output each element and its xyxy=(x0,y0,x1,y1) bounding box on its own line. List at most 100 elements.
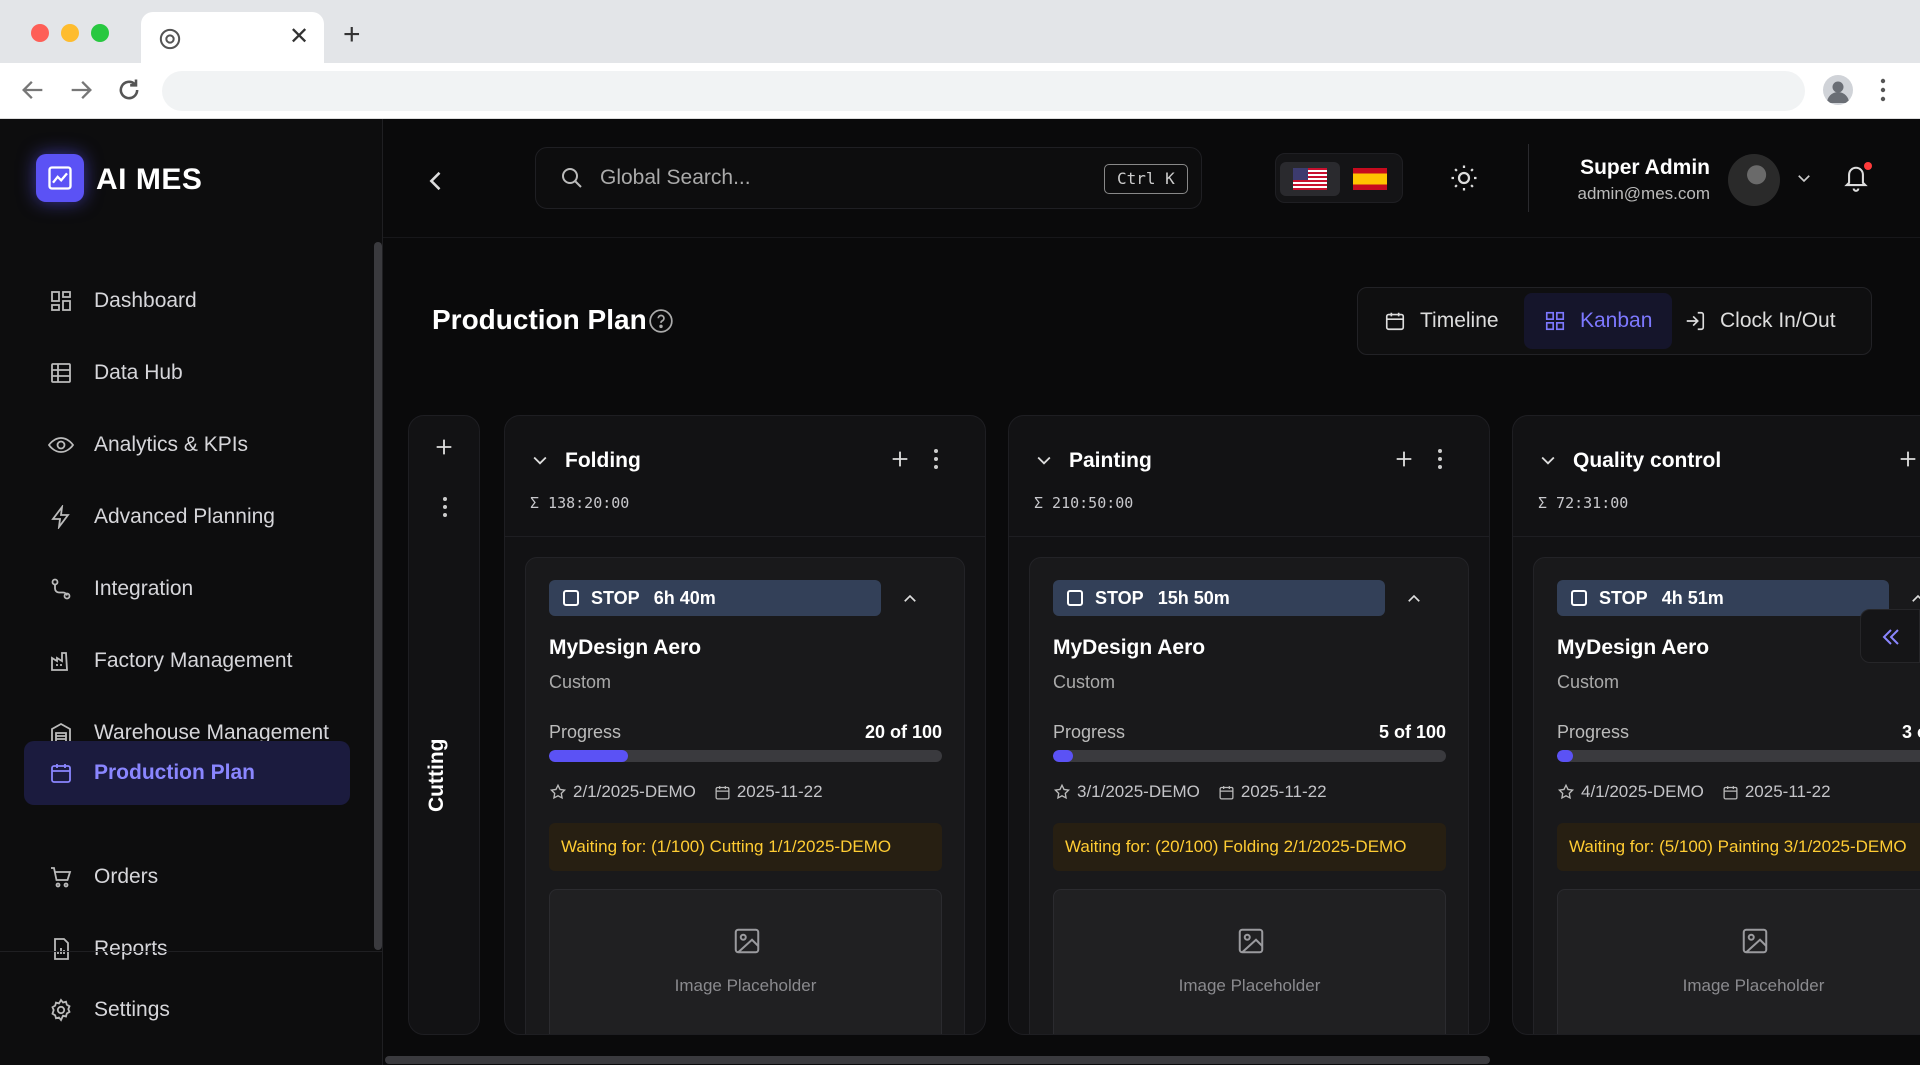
stop-square-icon xyxy=(1067,590,1083,606)
search-icon xyxy=(562,168,582,188)
progress-value: 3 of xyxy=(1902,722,1920,742)
tab-clock-in-out[interactable]: Clock In/Out xyxy=(1664,293,1856,349)
star-icon xyxy=(549,783,567,800)
window-maximize-button[interactable] xyxy=(91,24,109,42)
more-vertical-icon[interactable] xyxy=(933,448,939,470)
browser-tab-strip: ✕ + xyxy=(0,0,1920,63)
star-icon xyxy=(1053,783,1071,800)
chevron-up-icon[interactable] xyxy=(1405,590,1423,608)
notification-dot xyxy=(1864,162,1872,170)
kanban-column-collapsed[interactable]: Cutting xyxy=(408,415,480,1035)
progress-label: Progress xyxy=(1053,722,1126,742)
app-root: AI MES Dashboard Data Hub Analytics & KP… xyxy=(0,119,1920,1065)
chevron-up-icon[interactable] xyxy=(1909,590,1920,608)
view-switcher: Timeline Kanban Clock In/Out xyxy=(1357,287,1872,355)
column-title: Folding xyxy=(565,449,641,472)
card-subtitle: Custom xyxy=(549,672,612,692)
sidebar-item-dashboard[interactable]: Dashboard xyxy=(24,269,350,333)
es-flag-icon[interactable] xyxy=(1340,162,1400,196)
sidebar-item-factory-management[interactable]: Factory Management xyxy=(24,629,350,693)
image-placeholder-label: Image Placeholder xyxy=(1682,976,1825,995)
stop-label: STOP xyxy=(591,587,640,608)
due-date: 2025-11-22 xyxy=(736,782,823,801)
sidebar-item-analytics[interactable]: Analytics & KPIs xyxy=(24,413,350,477)
tab-close-icon[interactable]: ✕ xyxy=(289,24,309,50)
login-icon xyxy=(1686,311,1705,331)
chevron-down-icon[interactable] xyxy=(1538,450,1558,470)
sidebar-item-label: Settings xyxy=(94,998,170,1021)
production-card[interactable]: STOP 6h 40m MyDesign Aero Custom Progres… xyxy=(525,557,965,1034)
stop-button[interactable]: STOP 6h 40m xyxy=(549,580,881,616)
search-shortcut-badge: Ctrl K xyxy=(1104,164,1188,194)
sidebar-scrollbar[interactable] xyxy=(374,242,382,950)
chevron-down-icon[interactable] xyxy=(530,450,550,470)
window-minimize-button[interactable] xyxy=(61,24,79,42)
sidebar-item-production-plan[interactable]: Production Plan xyxy=(24,741,350,805)
stop-time: 4h 51m xyxy=(1661,587,1724,608)
plus-icon[interactable] xyxy=(889,448,911,470)
column-title: Quality control xyxy=(1573,449,1722,472)
column-title: Painting xyxy=(1069,449,1152,472)
grid-icon xyxy=(1545,311,1565,331)
stop-button[interactable]: STOP 15h 50m xyxy=(1053,580,1385,616)
chevron-down-icon[interactable] xyxy=(1795,169,1813,187)
forward-icon[interactable] xyxy=(67,76,95,104)
progress-fill xyxy=(1557,750,1573,762)
tab-kanban[interactable]: Kanban xyxy=(1524,293,1673,349)
sidebar-item-settings[interactable]: Settings xyxy=(24,978,350,1042)
help-icon[interactable] xyxy=(648,308,674,334)
en-us-flag-icon[interactable] xyxy=(1280,162,1340,196)
window-close-button[interactable] xyxy=(31,24,49,42)
expand-panel-button[interactable] xyxy=(1860,609,1920,663)
profile-avatar-icon[interactable] xyxy=(1823,75,1853,105)
avatar[interactable] xyxy=(1728,154,1780,206)
plus-icon[interactable] xyxy=(1897,448,1919,470)
page-title: Production Plan xyxy=(432,304,647,335)
card-title: MyDesign Aero xyxy=(549,636,702,659)
order-number: 2/1/2025-DEMO xyxy=(573,782,696,801)
user-email: admin@mes.com xyxy=(1577,184,1710,203)
address-bar[interactable] xyxy=(162,71,1805,111)
chevron-down-icon[interactable] xyxy=(1034,450,1054,470)
column-total-time: Σ 138:20:00 xyxy=(530,494,630,512)
chevron-left-icon[interactable] xyxy=(422,167,450,195)
browser-tab[interactable]: ✕ xyxy=(141,12,324,63)
sun-icon[interactable] xyxy=(1449,163,1479,193)
stop-button[interactable]: STOP 4h 51m xyxy=(1557,580,1889,616)
progress-label: Progress xyxy=(549,722,622,742)
sidebar-item-label: Production Plan xyxy=(94,761,256,784)
sidebar-item-orders[interactable]: Orders xyxy=(24,845,350,909)
tab-timeline[interactable]: Timeline xyxy=(1364,293,1519,349)
calendar-icon xyxy=(1385,312,1405,331)
plus-icon[interactable] xyxy=(1393,448,1415,470)
kanban-column-folding: Folding Σ 138:20:00 STOP 6h 40m MyDesign… xyxy=(504,415,986,1035)
language-switcher xyxy=(1275,153,1403,203)
reload-icon[interactable] xyxy=(115,76,143,104)
sidebar-item-reports[interactable]: Reports xyxy=(24,917,350,981)
sidebar-item-data-hub[interactable]: Data Hub xyxy=(24,341,350,405)
stop-time: 6h 40m xyxy=(653,587,716,608)
back-icon[interactable] xyxy=(19,76,47,104)
more-vertical-icon[interactable] xyxy=(442,496,448,518)
image-placeholder: Image Placeholder xyxy=(549,889,942,1034)
browser-toolbar xyxy=(0,63,1920,119)
progress-value: 5 of 100 xyxy=(1378,722,1446,742)
plus-icon[interactable] xyxy=(433,436,455,458)
calendar-icon xyxy=(1219,785,1234,800)
sidebar-item-advanced-planning[interactable]: Advanced Planning xyxy=(24,485,350,549)
chrome-icon xyxy=(159,28,181,50)
new-tab-button[interactable]: + xyxy=(343,20,361,50)
production-card[interactable]: STOP 15h 50m MyDesign Aero Custom Progre… xyxy=(1029,557,1469,1034)
chevrons-left-icon xyxy=(1882,629,1899,645)
image-icon xyxy=(1238,928,1264,954)
more-vertical-icon[interactable] xyxy=(1437,448,1443,470)
browser-menu-icon[interactable] xyxy=(1880,77,1886,103)
sidebar-item-integration[interactable]: Integration xyxy=(24,557,350,621)
stop-label: STOP xyxy=(1599,587,1648,608)
waiting-notice: Waiting for: (5/100) Painting 3/1/2025-D… xyxy=(1557,823,1920,871)
chevron-up-icon[interactable] xyxy=(901,590,919,608)
kanban-horizontal-scrollbar[interactable] xyxy=(385,1056,1490,1064)
sidebar-divider xyxy=(0,951,383,952)
search-input[interactable] xyxy=(600,160,1070,196)
gear-icon xyxy=(48,997,74,1023)
